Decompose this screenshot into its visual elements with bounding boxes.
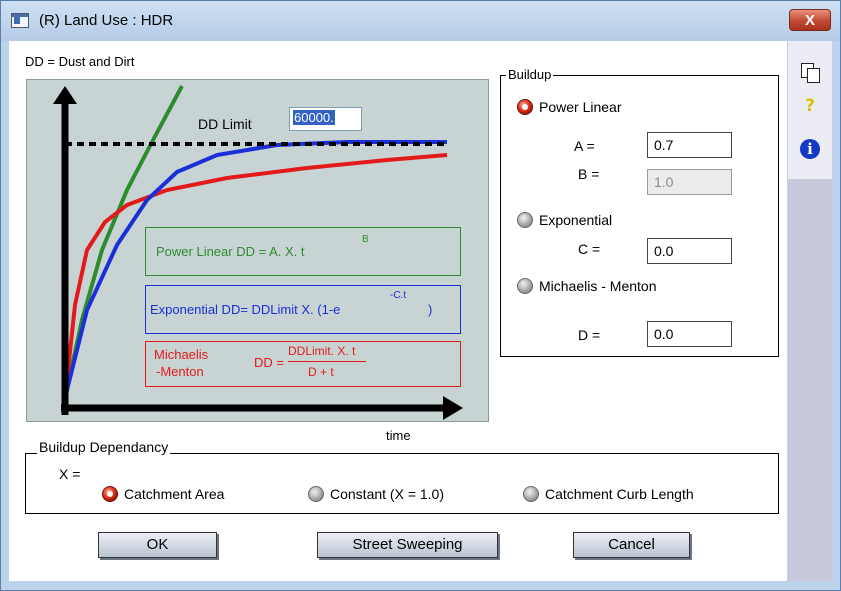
power-linear-formula-text: Power Linear DD = A. X. t <box>156 244 305 259</box>
exponential-formula-text: Exponential DD= DDLimit X. (1-e <box>150 302 341 317</box>
window-title: (R) Land Use : HDR <box>39 12 174 29</box>
time-axis-label: time <box>386 428 411 443</box>
street-sweeping-button[interactable]: Street Sweeping <box>317 532 498 558</box>
y-axis-arrow <box>53 86 77 104</box>
radio-catchment-area-dot[interactable] <box>102 486 118 502</box>
michaelis-numerator: DDLimit. X. t <box>288 344 356 358</box>
x-axis-arrow <box>443 396 463 420</box>
radio-catchment-area-label: Catchment Area <box>124 486 225 502</box>
title-bar[interactable]: (R) Land Use : HDR X <box>1 1 840 41</box>
info-icon[interactable]: i <box>788 139 832 159</box>
michaelis-denominator: D + t <box>308 365 334 379</box>
michaelis-fraction-bar <box>288 361 366 362</box>
radio-curb-length[interactable]: Catchment Curb Length <box>523 486 694 502</box>
dependancy-group <box>25 453 779 514</box>
radio-michaelis-label: Michaelis - Menton <box>539 278 657 294</box>
info-icon-glyph: i <box>800 139 820 159</box>
michaelis-name-line2: -Menton <box>156 364 204 379</box>
b-field: 1.0 <box>647 169 732 195</box>
x-label: X = <box>59 466 81 482</box>
ok-button[interactable]: OK <box>98 532 217 558</box>
close-button[interactable]: X <box>789 9 831 31</box>
b-label: B = <box>578 166 600 182</box>
buildup-legend: Buildup <box>506 67 554 82</box>
michaelis-name-line1: Michaelis <box>154 347 209 362</box>
d-field[interactable]: 0.0 <box>647 321 732 347</box>
a-field[interactable]: 0.7 <box>647 132 732 158</box>
radio-constant[interactable]: Constant (X = 1.0) <box>308 486 444 502</box>
copy-icon[interactable] <box>788 63 832 84</box>
c-label: C = <box>578 241 601 257</box>
power-linear-exponent: B <box>362 234 369 245</box>
dd-caption: DD = Dust and Dirt <box>25 54 135 69</box>
radio-exponential-label: Exponential <box>539 212 613 228</box>
dependancy-legend: Buildup Dependancy <box>37 439 171 455</box>
power-linear-formula: Power Linear DD = A. X. t B <box>145 227 461 276</box>
radio-power-linear-dot[interactable] <box>517 99 533 115</box>
radio-exponential-dot[interactable] <box>517 212 533 228</box>
radio-catchment-area[interactable]: Catchment Area <box>102 486 224 502</box>
radio-exponential[interactable]: Exponential <box>517 212 612 228</box>
radio-curb-length-label: Catchment Curb Length <box>545 486 694 502</box>
radio-michaelis[interactable]: Michaelis - Menton <box>517 278 657 294</box>
dd-limit-field[interactable]: 60000. <box>289 107 362 131</box>
michaelis-dd-eq: DD = <box>254 355 284 370</box>
radio-michaelis-dot[interactable] <box>517 278 533 294</box>
radio-constant-dot[interactable] <box>308 486 324 502</box>
radio-power-linear[interactable]: Power Linear <box>517 99 622 115</box>
a-label: A = <box>574 138 595 154</box>
radio-power-linear-label: Power Linear <box>539 99 622 115</box>
dd-limit-label: DD Limit <box>198 116 252 132</box>
side-toolbar: ? i <box>788 41 832 581</box>
buildup-diagram: DD Limit Power Linear DD = A. X. t B Exp… <box>26 79 489 422</box>
cancel-button[interactable]: Cancel <box>573 532 690 558</box>
dialog-window: (R) Land Use : HDR X ? i DD = Dust and D… <box>0 0 841 591</box>
michaelis-formula: Michaelis -Menton DD = DDLimit. X. t D +… <box>145 341 461 387</box>
d-label: D = <box>578 327 601 343</box>
dd-limit-value: 60000. <box>293 110 335 125</box>
app-icon <box>11 13 29 28</box>
c-field[interactable]: 0.0 <box>647 238 732 264</box>
radio-constant-label: Constant (X = 1.0) <box>330 486 445 502</box>
exponential-close-paren: ) <box>428 302 433 317</box>
exponential-exponent: -C.t <box>390 290 407 301</box>
help-icon[interactable]: ? <box>788 96 832 116</box>
exponential-formula: Exponential DD= DDLimit X. (1-e -C.t ) <box>145 285 461 334</box>
radio-curb-length-dot[interactable] <box>523 486 539 502</box>
